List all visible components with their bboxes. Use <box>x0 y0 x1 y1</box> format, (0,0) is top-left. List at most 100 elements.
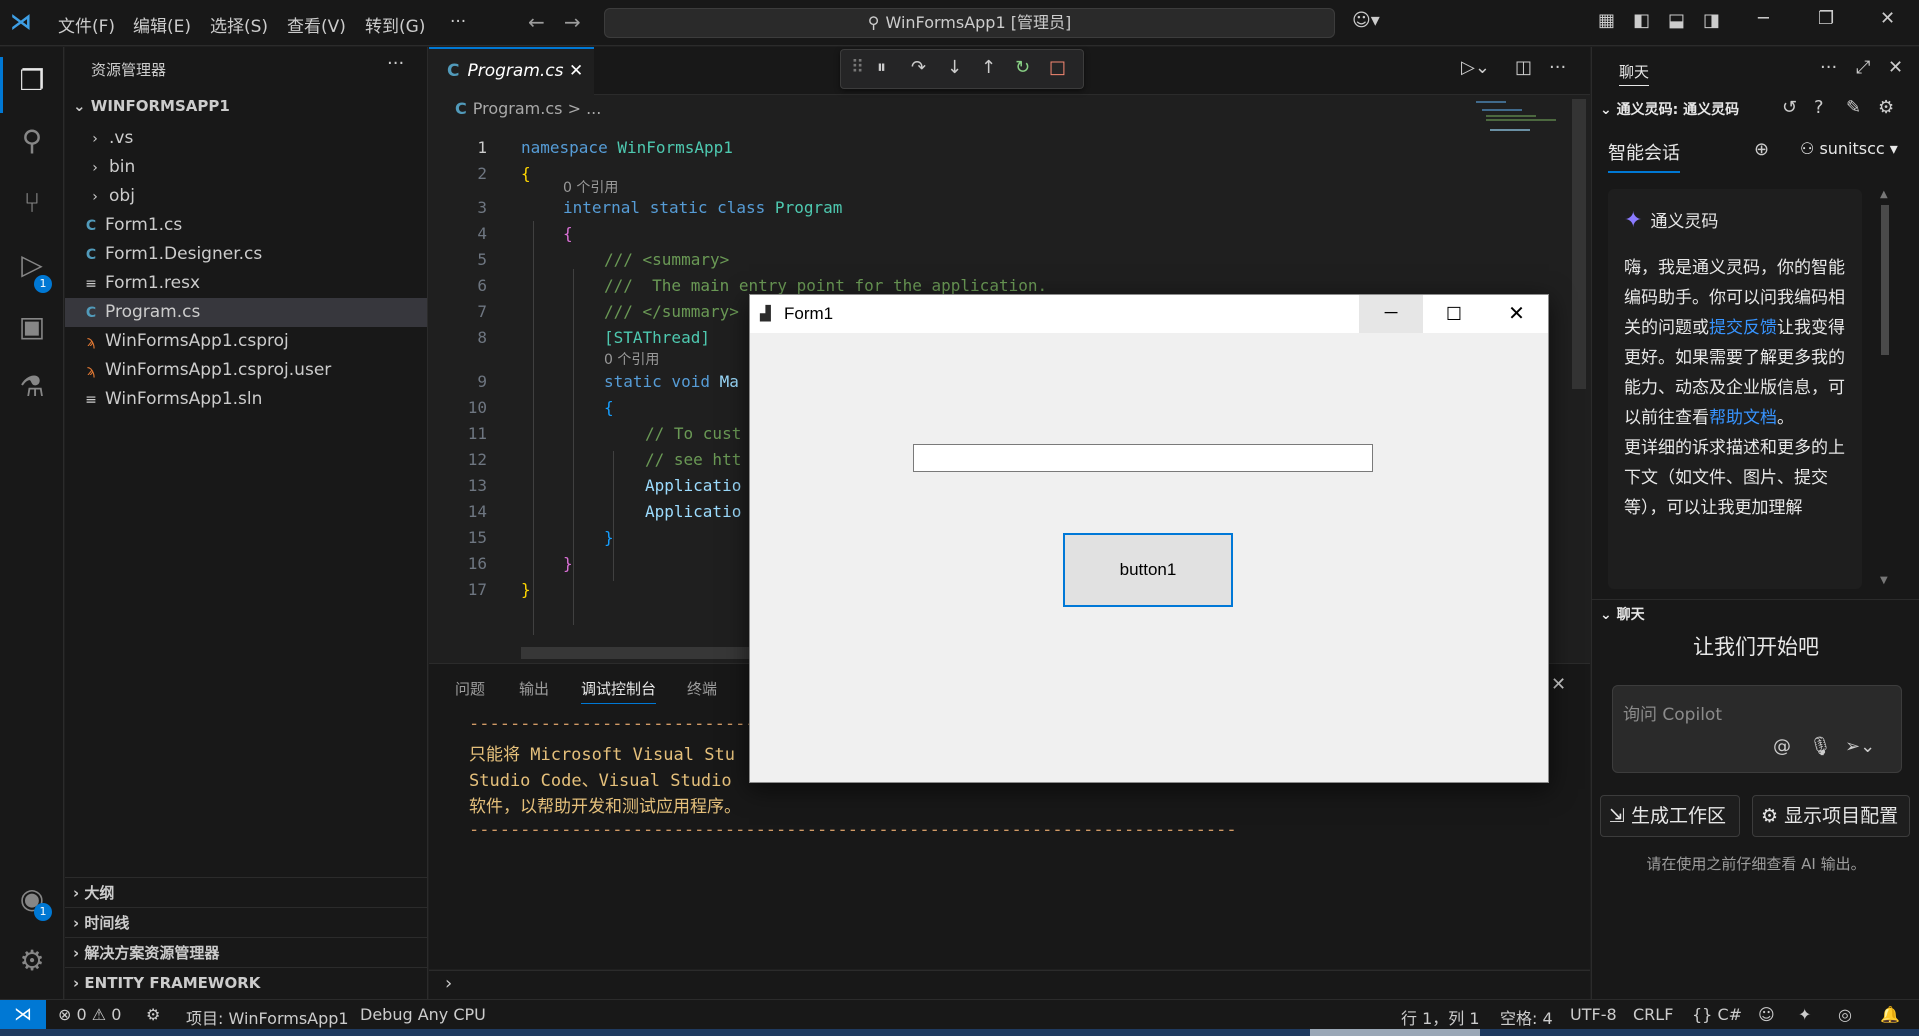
step-into-icon[interactable]: ↓ <box>947 57 962 78</box>
send-icon[interactable]: ➢⌄ <box>1845 736 1875 757</box>
show-project-config-button[interactable]: ⚙ 显示项目配置 <box>1752 795 1910 837</box>
tree-item-csproj-user[interactable]: ϡ WinFormsApp1.csproj.user <box>65 356 427 385</box>
debug-launch-icon[interactable]: ⚙ <box>146 1005 160 1024</box>
history-icon[interactable]: ↺ <box>1782 97 1797 118</box>
form1-textbox[interactable] <box>913 444 1373 472</box>
tree-item-csproj[interactable]: ϡ WinFormsApp1.csproj <box>65 327 427 356</box>
tree-item-sln[interactable]: ≡ WinFormsApp1.sln <box>65 385 427 414</box>
step-over-icon[interactable]: ↷ <box>911 57 926 78</box>
tab-debug-console[interactable]: 调试控制台 <box>581 678 657 704</box>
chat-scrollbar[interactable]: ▲ ▼ <box>1878 189 1892 589</box>
toggle-panel-icon[interactable]: ⬓ <box>1668 10 1685 31</box>
restart-icon[interactable]: ↻ <box>1015 57 1030 78</box>
settings-gear-icon[interactable]: ⚙ <box>1878 97 1894 118</box>
language-mode[interactable]: {} C# <box>1692 1005 1742 1024</box>
feedback-link[interactable]: 提交反馈 <box>1709 318 1777 338</box>
tree-item-form1-cs[interactable]: C Form1.cs <box>65 211 427 240</box>
indentation[interactable]: 空格: 4 <box>1500 1005 1553 1029</box>
menu-edit[interactable]: 编辑(E) <box>133 12 191 37</box>
minimap[interactable] <box>1476 99 1571 149</box>
tab-smart-chat[interactable]: 智能会话 <box>1608 139 1680 173</box>
add-icon[interactable]: ⊕ <box>1754 139 1769 160</box>
copilot-chat-input[interactable]: 询问 Copilot @ 🎙 ➢⌄ <box>1612 685 1902 773</box>
menu-more[interactable]: ··· <box>450 12 466 32</box>
menu-view[interactable]: 查看(V) <box>287 12 346 37</box>
section-solution-explorer[interactable]: › 解决方案资源管理器 <box>65 937 427 967</box>
form1-maximize-icon[interactable]: ☐ <box>1423 295 1485 333</box>
more-actions-icon[interactable]: ··· <box>1820 57 1837 78</box>
tab-terminal[interactable]: 终端 <box>687 678 717 699</box>
codelens-references[interactable]: 0 个引用 <box>563 177 618 197</box>
tab-problems[interactable]: 问题 <box>455 678 485 699</box>
remote-indicator-icon[interactable]: ⋊ <box>0 1000 46 1030</box>
form1-titlebar[interactable]: ▟ Form1 ─ ☐ ✕ <box>750 295 1548 333</box>
problems-indicator[interactable]: ⊗ 0 ⚠ 0 <box>58 1005 121 1024</box>
restore-icon[interactable]: ❐ <box>1818 8 1834 29</box>
folder-header[interactable]: ⌄ WINFORMSAPP1 <box>73 97 230 115</box>
build-config-indicator[interactable]: Debug Any CPU <box>360 1005 486 1024</box>
chat-subheader[interactable]: ⌄ 通义灵码: 通义灵码 <box>1600 99 1739 119</box>
toggle-secondary-sidebar-icon[interactable]: ◨ <box>1703 10 1720 31</box>
tab-program-cs[interactable]: C Program.cs ✕ <box>429 47 594 95</box>
help-icon[interactable]: ? <box>1814 97 1824 118</box>
toggle-sidebar-icon[interactable]: ◧ <box>1633 10 1650 31</box>
copilot-icon[interactable]: ☺▾ <box>1352 10 1380 31</box>
copilot-status-icon[interactable]: ☺ <box>1758 1005 1775 1024</box>
user-menu[interactable]: ⚇ sunitscc ▾ <box>1800 139 1898 158</box>
stop-icon[interactable]: □ <box>1049 57 1066 78</box>
forward-arrow-icon[interactable]: → <box>564 10 581 34</box>
command-center-search[interactable]: ⚲ WinFormsApp1 [管理员] <box>604 8 1335 38</box>
tongyi-status-icon[interactable]: ✦ <box>1798 1005 1811 1024</box>
menu-file[interactable]: 文件(F) <box>58 12 115 37</box>
close-panel-icon[interactable]: ✕ <box>1551 674 1566 695</box>
project-indicator[interactable]: 项目: WinFormsApp1 <box>186 1005 349 1029</box>
explorer-icon[interactable]: ❐ <box>14 63 50 99</box>
end-of-line[interactable]: CRLF <box>1633 1005 1673 1024</box>
button1[interactable]: button1 <box>1063 533 1233 607</box>
menu-goto[interactable]: 转到(G) <box>365 12 425 37</box>
tree-item-program-cs[interactable]: C Program.cs <box>65 298 427 327</box>
tree-item-vs[interactable]: › .vs <box>65 124 427 153</box>
sidebar-more-icon[interactable]: ··· <box>387 53 404 74</box>
chat-section-header[interactable]: ⌄ 聊天 <box>1592 599 1919 624</box>
more-actions-icon[interactable]: ··· <box>1549 57 1566 78</box>
close-tab-icon[interactable]: ✕ <box>569 49 583 93</box>
drag-handle-icon[interactable]: ⠿ <box>851 57 864 78</box>
debug-console-input[interactable]: › <box>429 970 1590 999</box>
tree-item-form1-resx[interactable]: ≡ Form1.resx <box>65 269 427 298</box>
close-icon[interactable]: ✕ <box>1880 8 1895 29</box>
back-arrow-icon[interactable]: ← <box>528 10 545 34</box>
minimize-icon[interactable]: ─ <box>1758 8 1769 29</box>
close-icon[interactable]: ✕ <box>1888 57 1903 78</box>
run-icon[interactable]: ▷⌄ <box>1461 57 1490 78</box>
extensions-icon[interactable]: ▣ <box>14 309 50 345</box>
section-timeline[interactable]: › 时间线 <box>65 907 427 937</box>
testing-icon[interactable]: ⚗ <box>14 369 50 405</box>
menu-selection[interactable]: 选择(S) <box>210 12 268 37</box>
breadcrumb[interactable]: C Program.cs > ... <box>455 99 601 118</box>
generate-workspace-button[interactable]: ⇲ 生成工作区 <box>1600 795 1740 837</box>
source-control-icon[interactable]: ⑂ <box>14 185 50 221</box>
cursor-position[interactable]: 行 1，列 1 <box>1401 1005 1480 1029</box>
codelens-references[interactable]: 0 个引用 <box>604 349 659 369</box>
encoding[interactable]: UTF-8 <box>1570 1005 1617 1024</box>
tree-item-bin[interactable]: › bin <box>65 153 427 182</box>
editor-vertical-scrollbar[interactable] <box>1572 99 1586 389</box>
step-out-icon[interactable]: ↑ <box>981 57 996 78</box>
feedback-icon[interactable]: ✎ <box>1846 97 1861 118</box>
tab-output[interactable]: 输出 <box>519 678 549 699</box>
section-outline[interactable]: › 大纲 <box>65 877 427 907</box>
help-docs-link[interactable]: 帮助文档 <box>1709 408 1777 428</box>
notifications-bell-icon[interactable]: 🔔 <box>1880 1005 1900 1024</box>
section-entity-framework[interactable]: › ENTITY FRAMEWORK <box>65 967 427 997</box>
tree-item-form1-designer-cs[interactable]: C Form1.Designer.cs <box>65 240 427 269</box>
microphone-icon[interactable]: 🎙 <box>1809 736 1832 757</box>
pause-icon[interactable]: ⏸ <box>877 57 886 78</box>
search-icon[interactable]: ⚲ <box>14 123 50 159</box>
form1-minimize-icon[interactable]: ─ <box>1359 295 1423 333</box>
extension-status-icon[interactable]: ◎ <box>1838 1005 1852 1024</box>
manage-gear-icon[interactable]: ⚙ <box>14 943 50 979</box>
tree-item-obj[interactable]: › obj <box>65 182 427 211</box>
customize-layout-icon[interactable]: ▦ <box>1598 10 1615 31</box>
mention-icon[interactable]: @ <box>1773 736 1791 757</box>
